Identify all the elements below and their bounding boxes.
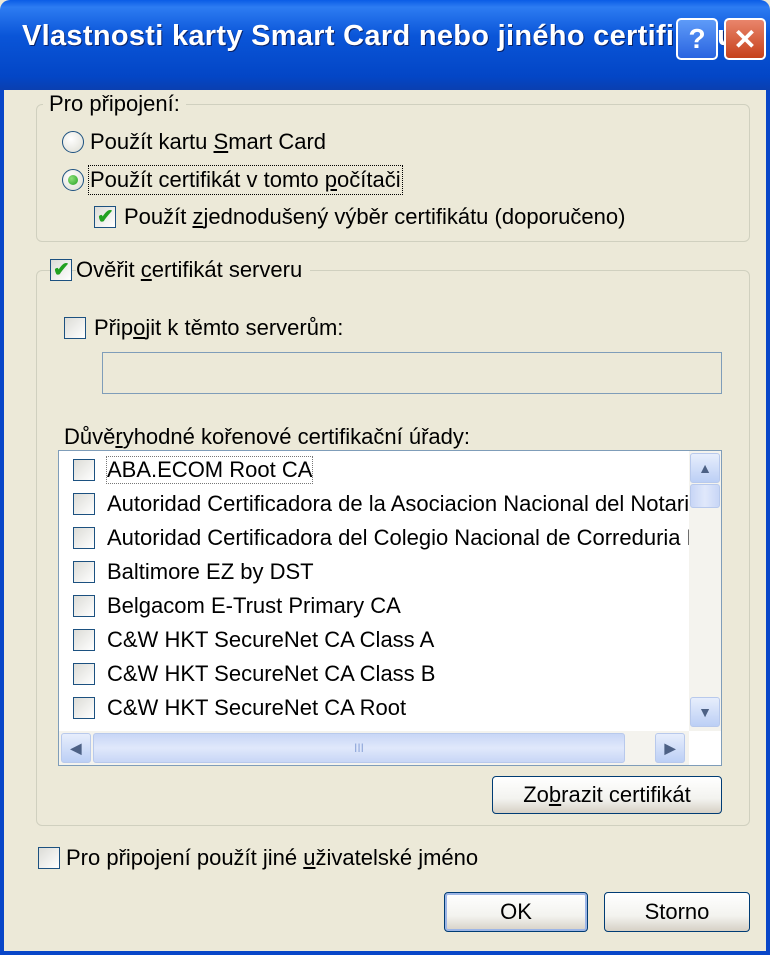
radio-selected-dot bbox=[68, 175, 78, 185]
other-username-checkbox[interactable] bbox=[38, 847, 60, 869]
connect-servers-label[interactable]: Připojit k těmto serverům: bbox=[94, 315, 343, 341]
ca-name: C&W HKT SecureNet CA Class B bbox=[107, 661, 436, 686]
cancel-button[interactable]: Storno bbox=[604, 892, 750, 932]
verify-server-cert-label[interactable]: Ověřit certifikát serveru bbox=[76, 257, 311, 283]
window-border-right bbox=[766, 90, 770, 955]
list-item[interactable]: C&W HKT SecureNet CA Root bbox=[59, 691, 721, 725]
title-bar[interactable]: Vlastnosti karty Smart Card nebo jiného … bbox=[0, 0, 770, 90]
ca-name: C&W HKT SecureNet CA Root bbox=[107, 695, 407, 720]
ca-checkbox[interactable] bbox=[73, 527, 95, 549]
label-part: ertifikát serveru bbox=[151, 257, 303, 282]
scroll-left-icon[interactable]: ◀ bbox=[61, 733, 91, 763]
accelerator-key: p bbox=[324, 167, 337, 192]
ca-name: Belgacom E-Trust Primary CA bbox=[107, 593, 401, 618]
label-part: yhodné kořenové certifikační úřady: bbox=[122, 424, 470, 449]
list-item[interactable]: Autoridad Certificadora del Colegio Naci… bbox=[59, 521, 722, 555]
connect-group-legend: Pro připojení: bbox=[43, 91, 186, 117]
check-icon: ✔ bbox=[97, 206, 114, 228]
scroll-grip: III bbox=[353, 741, 364, 755]
check-icon: ✔ bbox=[53, 259, 70, 281]
list-item[interactable]: C&W HKT SecureNet CA Class B bbox=[59, 657, 721, 691]
accelerator-key: S bbox=[213, 129, 229, 154]
certificate-radio[interactable] bbox=[62, 169, 84, 191]
simple-selection-label[interactable]: Použít zjednodušený výběr certifikátu (d… bbox=[124, 204, 625, 230]
certificate-radio-label[interactable]: Použít certifikát v tomto počítači bbox=[88, 165, 403, 195]
list-item[interactable]: C&W HKT SecureNet CA Class A bbox=[59, 623, 721, 657]
smartcard-radio[interactable] bbox=[62, 131, 84, 153]
smartcard-radio-label[interactable]: Použít kartu Smart Card bbox=[90, 129, 326, 155]
scroll-down-icon[interactable]: ▼ bbox=[690, 697, 720, 727]
label-part: Přip bbox=[94, 315, 134, 340]
scroll-up-icon[interactable]: ▲ bbox=[690, 453, 720, 483]
label-part: Ověřit bbox=[76, 257, 141, 282]
accelerator-key: r bbox=[115, 424, 123, 449]
ca-checkbox[interactable] bbox=[73, 459, 95, 481]
list-item[interactable]: Belgacom E-Trust Primary CA bbox=[59, 589, 721, 623]
label-part: Použít bbox=[124, 204, 193, 229]
label-part: Pro připojení použít jiné bbox=[66, 845, 304, 870]
ca-name: Autoridad Certificadora del Colegio Naci… bbox=[107, 525, 722, 550]
accelerator-key: z bbox=[192, 204, 204, 229]
label-part: Důvě bbox=[64, 424, 116, 449]
ca-checkbox[interactable] bbox=[73, 629, 95, 651]
ca-checkbox[interactable] bbox=[73, 595, 95, 617]
accelerator-key: u bbox=[303, 845, 316, 870]
connect-servers-checkbox[interactable] bbox=[64, 317, 86, 339]
verify-server-cert-checkbox[interactable]: ✔ bbox=[50, 259, 72, 281]
window-border-left bbox=[0, 90, 4, 955]
accelerator-key: o bbox=[133, 315, 146, 340]
list-item[interactable]: Baltimore EZ by DST bbox=[59, 555, 721, 589]
ca-name: C&W HKT SecureNet CA Class A bbox=[107, 627, 435, 652]
vertical-scrollbar[interactable]: ▲ ▼ bbox=[689, 451, 721, 731]
list-item[interactable]: Autoridad Certificadora de la Asociacion… bbox=[59, 487, 722, 521]
trusted-cas-label: Důvěryhodné kořenové certifikační úřady: bbox=[64, 424, 470, 450]
servers-input[interactable] bbox=[102, 352, 722, 394]
ca-checkbox[interactable] bbox=[73, 493, 95, 515]
vertical-scroll-thumb[interactable] bbox=[690, 484, 720, 508]
label-part: Použít kartu bbox=[90, 129, 214, 154]
ca-checkbox[interactable] bbox=[73, 663, 95, 685]
simple-selection-checkbox[interactable]: ✔ bbox=[94, 206, 116, 228]
dialog-window: Vlastnosti karty Smart Card nebo jiného … bbox=[0, 0, 770, 955]
list-item[interactable]: ABA.ECOM Root CA bbox=[59, 453, 721, 487]
scroll-right-icon[interactable]: ▶ bbox=[655, 733, 685, 763]
ca-checkbox[interactable] bbox=[73, 697, 95, 719]
close-button[interactable]: ✕ bbox=[724, 18, 766, 60]
window-border-bottom bbox=[0, 951, 770, 955]
label-part: Použít certifikát v tomto bbox=[90, 167, 325, 192]
help-button[interactable]: ? bbox=[676, 18, 718, 60]
accelerator-key: b bbox=[548, 782, 562, 807]
label-part: Zo bbox=[523, 782, 549, 807]
window-title: Vlastnosti karty Smart Card nebo jiného … bbox=[22, 20, 736, 52]
horizontal-scrollbar[interactable]: ◀ III ▶ bbox=[59, 731, 689, 765]
label-part: očítači bbox=[337, 167, 401, 192]
label-part: živatelské jméno bbox=[315, 845, 479, 870]
ca-checkbox[interactable] bbox=[73, 561, 95, 583]
ca-name: Autoridad Certificadora de la Asociacion… bbox=[107, 491, 722, 516]
ok-button[interactable]: OK bbox=[444, 892, 588, 932]
ca-name: ABA.ECOM Root CA bbox=[105, 456, 314, 484]
label-part: jednodušený výběr certifikátu (doporučen… bbox=[203, 204, 626, 229]
horizontal-scroll-thumb[interactable]: III bbox=[93, 733, 625, 763]
ca-name: Baltimore EZ by DST bbox=[107, 559, 314, 584]
label-part: mart Card bbox=[228, 129, 326, 154]
trusted-cas-list[interactable]: ABA.ECOM Root CA Autoridad Certificadora… bbox=[58, 450, 722, 766]
label-part: razit certifikát bbox=[561, 782, 691, 807]
other-username-label[interactable]: Pro připojení použít jiné uživatelské jm… bbox=[66, 845, 478, 871]
accelerator-key: c bbox=[140, 257, 152, 282]
view-certificate-button[interactable]: Zo b razit certifikát bbox=[492, 776, 722, 814]
label-part: jit k těmto serverům: bbox=[145, 315, 344, 340]
